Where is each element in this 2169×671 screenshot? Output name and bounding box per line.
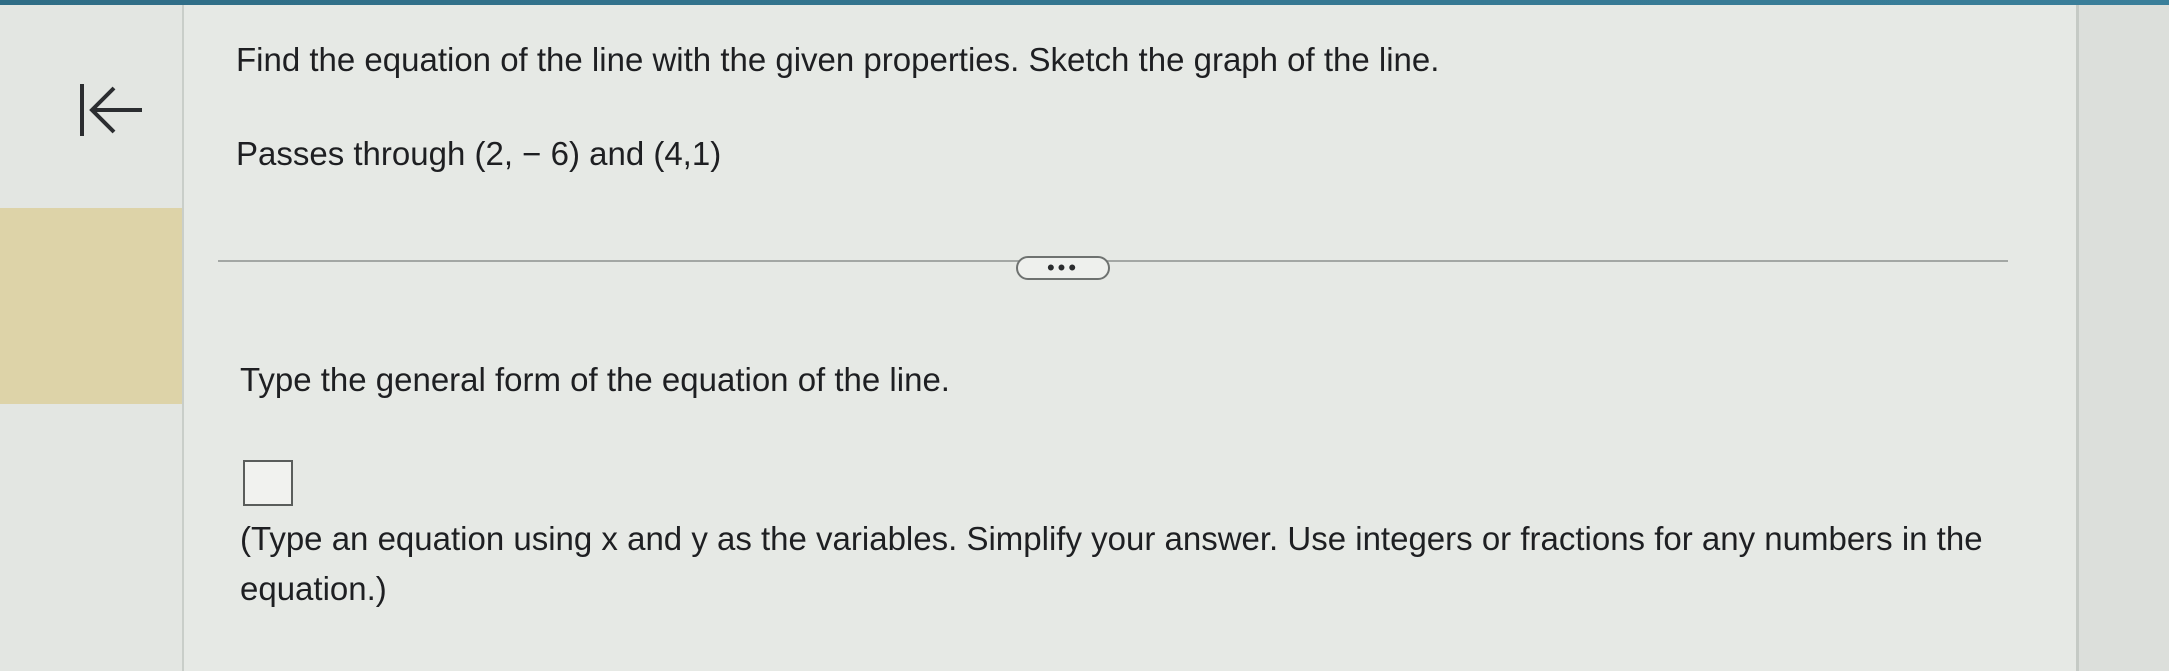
section-divider	[218, 260, 2008, 262]
question-instruction: Find the equation of the line with the g…	[236, 41, 1440, 78]
right-margin-strip	[2076, 5, 2169, 671]
given-points: Passes through (2, − 6) and (4,1)	[236, 135, 722, 172]
go-to-first-button[interactable]	[76, 80, 148, 140]
current-question-highlight	[0, 208, 182, 404]
answer-format-hint: (Type an equation using x and y as the v…	[240, 520, 1983, 607]
expand-more-button[interactable]: •••	[1016, 256, 1110, 280]
part-prompt: Type the general form of the equation of…	[240, 361, 950, 398]
equation-answer-input[interactable]	[243, 460, 293, 506]
first-page-arrow-icon	[80, 84, 142, 136]
